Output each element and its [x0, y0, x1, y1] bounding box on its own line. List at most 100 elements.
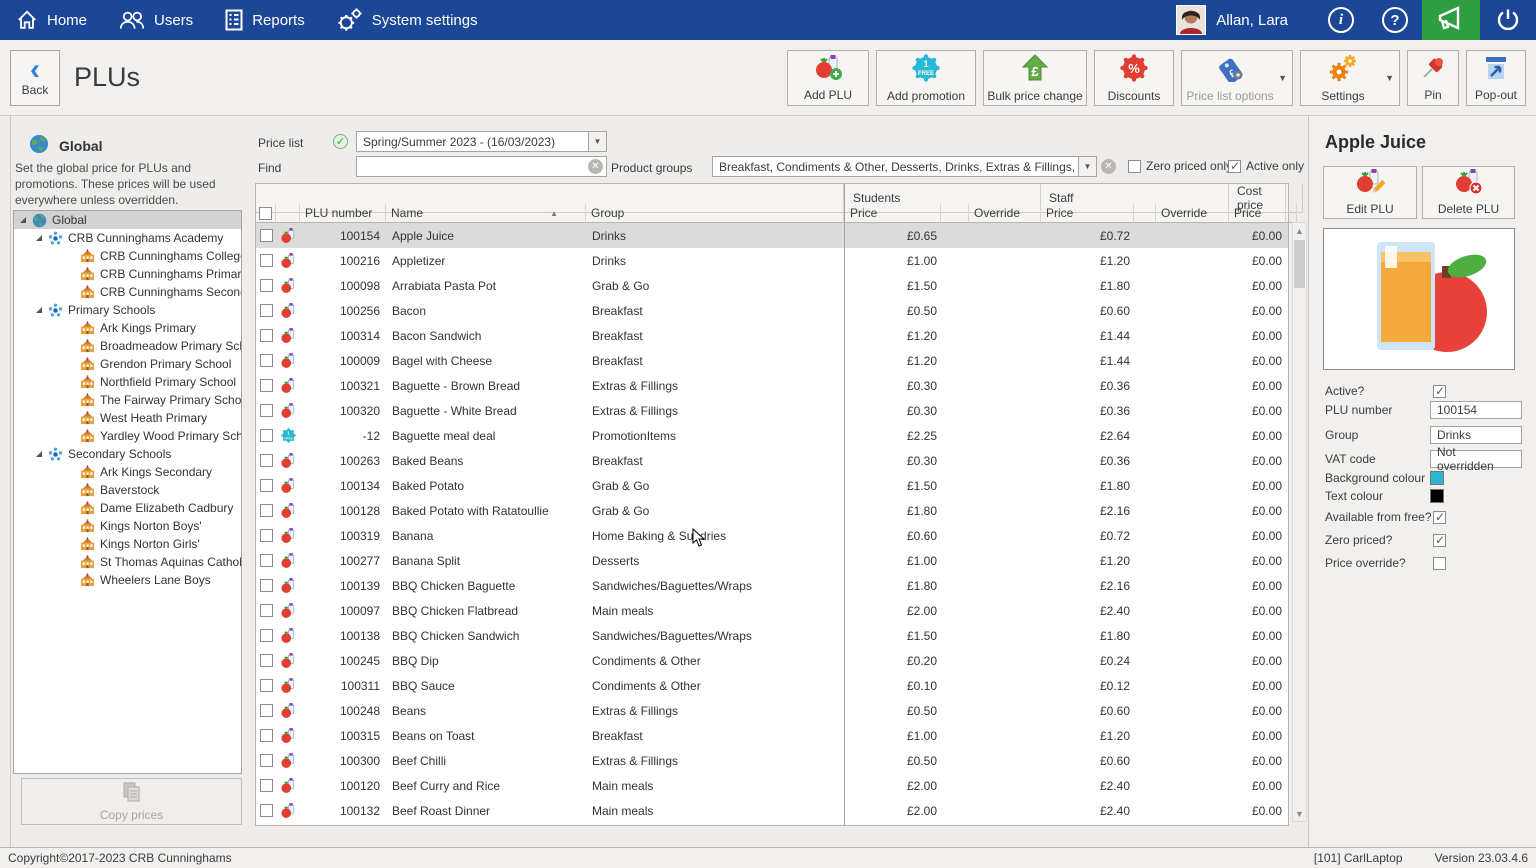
cell-staff-price[interactable]: £2.40: [1041, 598, 1134, 623]
table-row[interactable]: 100320Baguette - White BreadExtras & Fil…: [256, 398, 1288, 423]
table-row[interactable]: 100154Apple JuiceDrinks£0.65£0.72£0.00: [256, 223, 1288, 248]
cell-staff-price[interactable]: £0.72: [1041, 223, 1134, 248]
tree-expander-icon[interactable]: [36, 235, 42, 241]
cell-student-price[interactable]: £0.30: [844, 373, 941, 398]
cell-staff-override[interactable]: [1156, 398, 1229, 423]
add-plu-button[interactable]: Add PLU: [787, 50, 869, 106]
announcements-button[interactable]: [1422, 0, 1480, 40]
cell-student-override[interactable]: [969, 248, 1041, 273]
cell-staff-price[interactable]: £2.16: [1041, 498, 1134, 523]
dropdown-arrow-icon[interactable]: ▼: [1278, 73, 1287, 83]
cell-staff-price[interactable]: £2.64: [1041, 423, 1134, 448]
cell-student-price[interactable]: £0.30: [844, 448, 941, 473]
cell-student-override[interactable]: [969, 473, 1041, 498]
tree-item[interactable]: Dame Elizabeth Cadbury: [14, 499, 241, 517]
cell-student-price[interactable]: £2.25: [844, 423, 941, 448]
tree-item[interactable]: Kings Norton Boys': [14, 517, 241, 535]
scroll-down-icon[interactable]: ▼: [1293, 806, 1306, 821]
cell-staff-override[interactable]: [1156, 773, 1229, 798]
delete-plu-button[interactable]: Delete PLU: [1422, 166, 1515, 219]
cell-staff-override[interactable]: [1156, 373, 1229, 398]
cell-staff-price[interactable]: £1.20: [1041, 548, 1134, 573]
cell-staff-override[interactable]: [1156, 573, 1229, 598]
cell-student-price[interactable]: £0.30: [844, 398, 941, 423]
row-checkbox[interactable]: [256, 798, 276, 823]
table-row[interactable]: 100132Beef Roast DinnerMain meals£2.00£2…: [256, 798, 1288, 823]
help-icon[interactable]: ?: [1382, 7, 1408, 33]
cell-staff-price[interactable]: £0.12: [1041, 673, 1134, 698]
active-only-checkbox[interactable]: Active only: [1228, 159, 1304, 173]
tree-item[interactable]: Global: [14, 211, 241, 229]
cell-staff-override[interactable]: [1156, 673, 1229, 698]
row-checkbox[interactable]: [256, 648, 276, 673]
row-checkbox[interactable]: [256, 448, 276, 473]
cell-student-price[interactable]: £0.50: [844, 748, 941, 773]
col-staff-price[interactable]: Price: [1041, 204, 1134, 223]
nav-system-settings[interactable]: System settings: [321, 0, 494, 40]
clear-find-icon[interactable]: ✕: [588, 159, 603, 174]
cell-student-override[interactable]: [969, 548, 1041, 573]
tree-item[interactable]: Secondary Schools: [14, 445, 241, 463]
cell-staff-price[interactable]: £1.20: [1041, 248, 1134, 273]
cell-staff-override[interactable]: [1156, 548, 1229, 573]
cell-student-price[interactable]: £0.50: [844, 698, 941, 723]
text-colour-swatch[interactable]: [1430, 489, 1444, 503]
cell-student-price[interactable]: £1.50: [844, 273, 941, 298]
pin-button[interactable]: Pin: [1407, 50, 1459, 106]
price-override-checkbox[interactable]: [1433, 557, 1446, 570]
select-all-checkbox[interactable]: [256, 204, 276, 223]
cell-student-override[interactable]: [969, 598, 1041, 623]
zero-priced-only-checkbox[interactable]: Zero priced only: [1128, 159, 1232, 173]
tree-item[interactable]: St Thomas Aquinas Catholic: [14, 553, 241, 571]
table-row[interactable]: 100216AppletizerDrinks£1.00£1.20£0.00: [256, 248, 1288, 273]
group-input[interactable]: Drinks: [1430, 426, 1522, 444]
add-promotion-button[interactable]: 1FREE Add promotion: [876, 50, 976, 106]
row-checkbox[interactable]: [256, 598, 276, 623]
row-checkbox[interactable]: [256, 223, 276, 248]
tree-expander-icon[interactable]: [36, 307, 42, 313]
scroll-up-icon[interactable]: ▲: [1293, 223, 1306, 238]
row-checkbox[interactable]: [256, 348, 276, 373]
tree-item[interactable]: Yardley Wood Primary School: [14, 427, 241, 445]
cell-student-price[interactable]: £1.20: [844, 323, 941, 348]
row-checkbox[interactable]: [256, 723, 276, 748]
cell-student-price[interactable]: £1.00: [844, 548, 941, 573]
col-students-override[interactable]: Override: [969, 204, 1041, 223]
cell-student-override[interactable]: [969, 798, 1041, 823]
cell-student-override[interactable]: [969, 673, 1041, 698]
background-colour-swatch[interactable]: [1430, 471, 1444, 485]
table-row[interactable]: 100277Banana SplitDesserts£1.00£1.20£0.0…: [256, 548, 1288, 573]
cell-student-price[interactable]: £1.50: [844, 623, 941, 648]
price-list-options-button[interactable]: £ Price list options ▼: [1181, 50, 1293, 106]
row-checkbox[interactable]: [256, 298, 276, 323]
table-row[interactable]: 100319BananaHome Baking & Sundries£0.60£…: [256, 523, 1288, 548]
tree-item[interactable]: Grendon Primary School: [14, 355, 241, 373]
cell-student-price[interactable]: £0.10: [844, 673, 941, 698]
cell-staff-override[interactable]: [1156, 323, 1229, 348]
cell-student-override[interactable]: [969, 423, 1041, 448]
available-from-free-checkbox[interactable]: [1433, 511, 1446, 524]
cell-staff-price[interactable]: £1.80: [1041, 623, 1134, 648]
row-checkbox[interactable]: [256, 398, 276, 423]
info-icon[interactable]: i: [1328, 7, 1354, 33]
cell-staff-price[interactable]: £1.20: [1041, 723, 1134, 748]
zero-priced-checkbox[interactable]: [1433, 534, 1446, 547]
settings-button[interactable]: Settings ▼: [1300, 50, 1400, 106]
copy-prices-button[interactable]: Copy prices: [21, 778, 242, 825]
cell-student-override[interactable]: [969, 498, 1041, 523]
tree-item[interactable]: Broadmeadow Primary Sch...: [14, 337, 241, 355]
col-staff-override[interactable]: Override: [1156, 204, 1229, 223]
cell-student-override[interactable]: [969, 348, 1041, 373]
tree-item[interactable]: Ark Kings Secondary: [14, 463, 241, 481]
user-name[interactable]: Allan, Lara: [1216, 12, 1288, 29]
tree-item[interactable]: Primary Schools: [14, 301, 241, 319]
tree-item[interactable]: Kings Norton Girls': [14, 535, 241, 553]
table-row[interactable]: 100138BBQ Chicken SandwichSandwiches/Bag…: [256, 623, 1288, 648]
active-checkbox[interactable]: [1433, 385, 1446, 398]
row-checkbox[interactable]: [256, 773, 276, 798]
combo-arrow-icon[interactable]: ▼: [1078, 157, 1096, 176]
cell-staff-override[interactable]: [1156, 598, 1229, 623]
cell-staff-override[interactable]: [1156, 448, 1229, 473]
table-row[interactable]: 100009Bagel with CheeseBreakfast£1.20£1.…: [256, 348, 1288, 373]
row-checkbox[interactable]: [256, 748, 276, 773]
